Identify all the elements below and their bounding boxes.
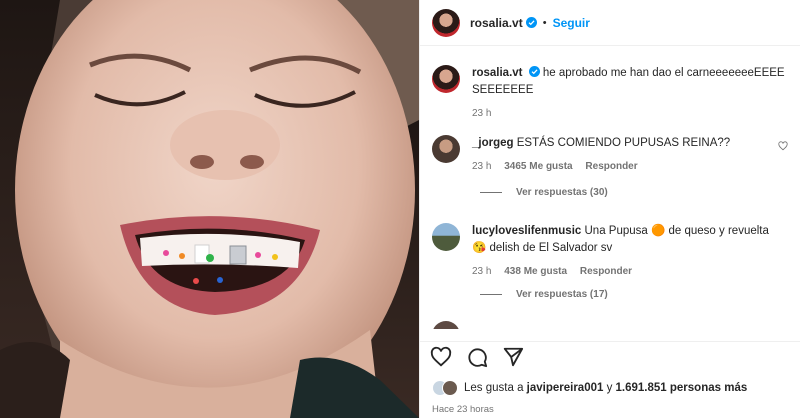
view-replies-label: Ver respuestas (30): [516, 187, 608, 198]
comment-text: ESTÁS COMIENDO PUPUSAS REINA??: [516, 137, 731, 149]
separator-dot: •: [542, 16, 547, 29]
avatar: [442, 380, 458, 396]
verified-badge-icon: [528, 66, 540, 77]
likes-middle: y: [603, 382, 616, 394]
comment-time: 23 h: [472, 266, 492, 277]
reply-button[interactable]: Responder: [580, 266, 632, 277]
replies-divider: [480, 192, 502, 193]
avatar[interactable]: [432, 8, 460, 37]
likes-user[interactable]: javipereira001: [527, 382, 604, 394]
like-comment-heart-icon[interactable]: [778, 141, 788, 151]
replies-divider: [480, 294, 502, 295]
view-replies-label: Ver respuestas (17): [516, 289, 608, 300]
verified-badge-icon: [525, 17, 537, 28]
caption-time: 23 h: [472, 108, 492, 119]
avatar[interactable]: [432, 321, 460, 329]
follow-button[interactable]: Seguir: [553, 16, 590, 30]
reply-button[interactable]: Responder: [585, 161, 637, 172]
view-replies-button[interactable]: Ver respuestas (30): [480, 187, 608, 198]
avatar[interactable]: [432, 223, 460, 251]
likes-count[interactable]: 1.691.851 personas más: [616, 382, 748, 394]
avatar[interactable]: [432, 135, 460, 163]
comment-time: 23 h: [472, 161, 492, 172]
smiling-face-photo: [0, 0, 419, 418]
avatar[interactable]: [432, 65, 460, 93]
post-photo[interactable]: [0, 0, 419, 418]
comment-likes[interactable]: 3465 Me gusta: [504, 161, 572, 172]
likes-summary[interactable]: Les gusta a javipereira001 y 1.691.851 p…: [432, 380, 747, 396]
comment: lucyloveslifenmusic Una Pupusa 🟠 de ques…: [432, 223, 788, 280]
post-header: rosalia.vt • Seguir: [420, 0, 800, 46]
comment-username[interactable]: _jorgeg: [472, 137, 514, 149]
view-replies-button[interactable]: Ver respuestas (17): [480, 289, 608, 300]
author-username[interactable]: rosalia.vt: [470, 16, 523, 30]
like-heart-icon[interactable]: [430, 346, 452, 368]
post-timestamp: Hace 23 horas: [432, 404, 494, 415]
comment-bubble-icon[interactable]: [466, 346, 488, 368]
post-sidebar: rosalia.vt • Seguir rosalia.vt he aproba…: [419, 0, 800, 418]
post-viewer: rosalia.vt • Seguir rosalia.vt he aproba…: [0, 0, 800, 418]
caption-username[interactable]: rosalia.vt: [472, 67, 523, 79]
action-bar: [420, 341, 800, 371]
likes-prefix: Les gusta a: [464, 382, 527, 394]
comments-list[interactable]: rosalia.vt he aprobado me han dao el car…: [420, 47, 800, 329]
comment-likes[interactable]: 438 Me gusta: [504, 266, 567, 277]
share-send-icon[interactable]: [502, 346, 524, 368]
comment-username[interactable]: lucyloveslifenmusic: [472, 225, 581, 237]
post-caption: rosalia.vt he aprobado me han dao el car…: [432, 65, 788, 122]
comment: _jorgeg ESTÁS COMIENDO PUPUSAS REINA?? 2…: [432, 135, 788, 175]
comment-partial: [432, 321, 788, 329]
